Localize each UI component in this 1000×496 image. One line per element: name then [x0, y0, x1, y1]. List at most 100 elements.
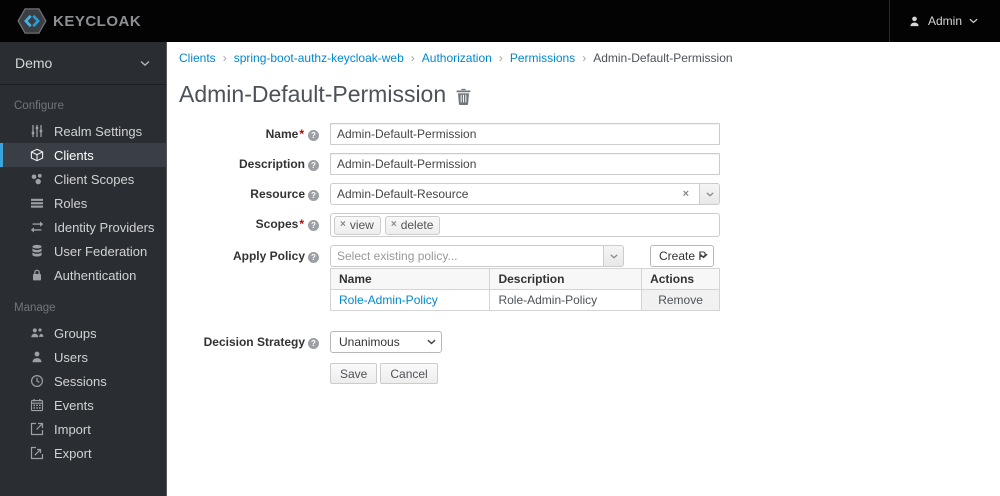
- sidebar-item-label: Realm Settings: [54, 123, 143, 139]
- name-row: Name*?: [179, 123, 1000, 145]
- user-icon: [30, 350, 44, 364]
- clock-icon: [30, 374, 44, 388]
- policy-table-header-description: Description: [489, 268, 643, 290]
- resource-row: Resource? Admin-Default-Resource ×: [179, 183, 1000, 205]
- apply-policy-row: Apply Policy? Select existing policy... …: [179, 245, 1000, 311]
- user-menu-label: Admin: [927, 14, 962, 28]
- name-input[interactable]: [330, 123, 720, 145]
- remove-scope-icon[interactable]: ×: [391, 219, 397, 230]
- policy-table-row: Role-Admin-Policy Role-Admin-Policy Remove: [329, 289, 720, 311]
- scopes-input[interactable]: × view × delete: [330, 213, 720, 237]
- groups-icon: [30, 326, 44, 340]
- help-icon[interactable]: ?: [308, 190, 319, 201]
- sidebar-item-import[interactable]: Import: [0, 417, 166, 441]
- decision-strategy-row: Decision Strategy? Unanimous: [179, 331, 1000, 353]
- sidebar-item-label: Sessions: [54, 373, 107, 389]
- scopes-label: Scopes*?: [179, 213, 319, 231]
- import-icon: [30, 422, 44, 436]
- sidebar-item-label: Export: [54, 445, 92, 461]
- apply-policy-label: Apply Policy?: [179, 245, 319, 263]
- sidebar-item-users[interactable]: Users: [0, 345, 166, 369]
- policy-description-cell: Role-Admin-Policy: [489, 289, 643, 311]
- nav-section-label-manage: Manage: [14, 302, 56, 314]
- sidebar-item-label: Import: [54, 421, 91, 437]
- help-icon[interactable]: ?: [308, 130, 319, 141]
- breadcrumb-link-spring-boot-authz-keycloak-web[interactable]: spring-boot-authz-keycloak-web: [234, 51, 404, 65]
- lock-icon: [30, 268, 44, 282]
- sidebar-item-label: Roles: [54, 195, 88, 211]
- save-button[interactable]: Save: [330, 363, 378, 384]
- user-menu[interactable]: Admin: [888, 0, 1000, 42]
- top-navbar: KEYCLOAK Admin: [0, 0, 1000, 42]
- sidebar-item-roles[interactable]: Roles: [0, 191, 166, 215]
- sidebar-item-authentication[interactable]: Authentication: [0, 263, 166, 287]
- decision-strategy-select[interactable]: Unanimous: [330, 331, 442, 353]
- sidebar-item-sessions[interactable]: Sessions: [0, 369, 166, 393]
- resource-select[interactable]: Admin-Default-Resource ×: [330, 183, 720, 205]
- calendar-icon: [30, 398, 44, 412]
- scope-chip-label: view: [349, 217, 374, 232]
- breadcrumb: Clients › spring-boot-authz-keycloak-web › A…: [179, 51, 1000, 65]
- description-row: Description?: [179, 153, 1000, 175]
- sidebar-item-realm-settings[interactable]: Realm Settings: [0, 119, 166, 143]
- help-icon[interactable]: ?: [308, 160, 319, 171]
- main-content: Clients › spring-boot-authz-keycloak-web › A…: [168, 42, 1000, 496]
- export-icon: [30, 446, 44, 460]
- required-asterisk: *: [299, 217, 304, 231]
- keycloak-logo[interactable]: KEYCLOAK: [0, 8, 141, 34]
- scope-chip-delete[interactable]: × delete: [384, 215, 441, 235]
- scope-chip-view[interactable]: × view: [334, 215, 381, 235]
- resource-select-value: Admin-Default-Resource: [337, 187, 469, 201]
- help-icon[interactable]: ?: [308, 220, 319, 231]
- swap-arrows-icon: [30, 220, 44, 234]
- sliders-icon: [30, 124, 44, 138]
- dropdown-toggle-icon[interactable]: [699, 184, 719, 204]
- sidebar-item-label: Clients: [54, 147, 94, 163]
- sidebar-item-label: Identity Providers: [54, 219, 155, 235]
- sidebar-item-label: Events: [54, 397, 94, 413]
- sidebar-item-events[interactable]: Events: [0, 393, 166, 417]
- realm-selector[interactable]: Demo: [0, 42, 166, 85]
- remove-scope-icon[interactable]: ×: [340, 219, 346, 230]
- sidebar-item-label: Users: [54, 349, 88, 365]
- cube-icon: [30, 148, 44, 162]
- breadcrumb-link-authorization[interactable]: Authorization: [422, 51, 492, 65]
- scope-chip-label: delete: [400, 217, 434, 232]
- realm-selector-label: Demo: [15, 55, 53, 71]
- cancel-button[interactable]: Cancel: [380, 363, 438, 384]
- breadcrumb-separator: ›: [410, 51, 415, 65]
- breadcrumb-current: Admin-Default-Permission: [593, 51, 733, 65]
- chevron-down-icon: [427, 339, 436, 345]
- clear-icon[interactable]: ×: [679, 188, 693, 200]
- sidebar-item-label: User Federation: [54, 243, 148, 259]
- sidebar-item-user-federation[interactable]: User Federation: [0, 239, 166, 263]
- apply-policy-select[interactable]: Select existing policy...: [330, 245, 624, 267]
- sidebar-item-label: Authentication: [54, 267, 137, 283]
- description-input[interactable]: [330, 153, 720, 175]
- delete-permission-button[interactable]: [456, 88, 471, 105]
- sidebar-item-client-scopes[interactable]: Client Scopes: [0, 167, 166, 191]
- breadcrumb-separator: ›: [222, 51, 227, 65]
- help-icon[interactable]: ?: [308, 252, 319, 263]
- chevron-down-icon: [140, 60, 150, 66]
- breadcrumb-link-clients[interactable]: Clients: [179, 51, 216, 65]
- sidebar-nav: Configure Realm Settings Clients Client Sco…: [0, 85, 166, 465]
- sidebar-item-groups[interactable]: Groups: [0, 321, 166, 345]
- policy-table-header-name: Name: [329, 268, 491, 290]
- logo-text: KEYCLOAK: [53, 12, 142, 30]
- breadcrumb-separator: ›: [582, 51, 587, 65]
- trash-icon: [456, 88, 471, 105]
- keycloak-logo-icon: [17, 8, 47, 34]
- help-icon[interactable]: ?: [308, 338, 319, 349]
- chevron-down-icon: [969, 18, 978, 24]
- dropdown-toggle-icon[interactable]: [603, 246, 623, 266]
- policy-table: Name Description Actions Role-Admin-Policy…: [329, 268, 720, 311]
- sidebar-item-identity-providers[interactable]: Identity Providers: [0, 215, 166, 239]
- sidebar-item-export[interactable]: Export: [0, 441, 166, 465]
- sidebar-item-clients[interactable]: Clients: [0, 143, 166, 167]
- remove-policy-button[interactable]: Remove: [641, 289, 720, 311]
- policy-name-link[interactable]: Role-Admin-Policy: [329, 289, 491, 311]
- create-policy-select[interactable]: Create P: [650, 245, 714, 267]
- breadcrumb-link-permissions[interactable]: Permissions: [510, 51, 575, 65]
- page-title: Admin-Default-Permission: [179, 81, 447, 107]
